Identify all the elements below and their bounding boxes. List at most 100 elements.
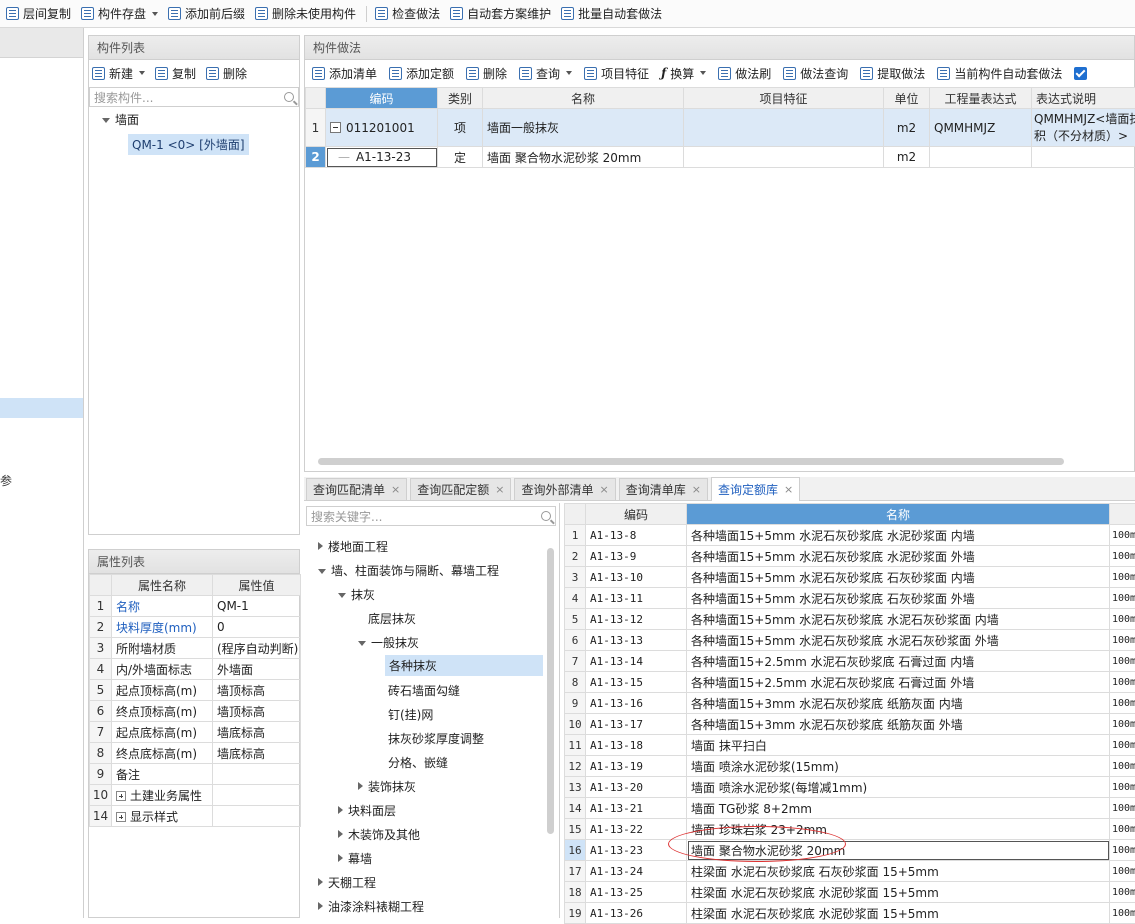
method-row-bill[interactable]: 1 011201001 项 墙面一般抹灰 m2 QMMHMJZ QMMHMJZ<… [306,109,1135,147]
add-quota-button[interactable]: 添加定额 [389,65,454,82]
tree-node-thickness-adjust[interactable]: 抹灰砂浆厚度调整 [388,730,484,747]
quota-row[interactable]: 11A1-13-18墙面 抹平扫白100m [565,735,1135,756]
component-search-input[interactable]: 搜索构件... [89,87,299,107]
tree-node-general-plaster[interactable]: 一般抹灰 [358,634,419,651]
delete-component-button[interactable]: 删除 [206,65,247,82]
tree-node-curtain-wall[interactable]: 幕墙 [338,850,372,867]
auto-scheme-button[interactable]: 自动套方案维护 [450,5,551,22]
property-row[interactable]: 5起点顶标高(m)墙顶标高 [90,680,301,701]
tree-node-brick-pointing[interactable]: 砖石墙面勾缝 [388,682,460,699]
property-row[interactable]: 9备注 [90,764,301,785]
close-icon[interactable]: × [599,483,608,496]
quota-row[interactable]: 14A1-13-21墙面 TG砂浆 8+2mm100m [565,798,1135,819]
batch-auto-button[interactable]: 批量自动套做法 [561,5,662,22]
save-component-button[interactable]: 构件存盘 [81,5,158,22]
tab-quota-library[interactable]: 查询定额库× [711,477,800,501]
quota-row[interactable]: 1A1-13-8各种墙面15+5mm 水泥石灰砂浆底 水泥砂浆面 内墙100m [565,525,1135,546]
floor-copy-button[interactable]: 层间复制 [6,5,71,22]
quota-row[interactable]: 4A1-13-11各种墙面15+5mm 水泥石灰砂浆底 石灰砂浆面 外墙100m [565,588,1135,609]
auto-apply-current-button[interactable]: 当前构件自动套做法 [937,65,1062,82]
add-prefix-suffix-button[interactable]: 添加前后缀 [168,5,245,22]
quota-row[interactable]: 2A1-13-9各种墙面15+5mm 水泥石灰砂浆底 水泥砂浆面 外墙100m [565,546,1135,567]
quota-row[interactable]: 18A1-13-25柱梁面 水泥石灰砂浆底 水泥砂浆面 15+5mm100m [565,882,1135,903]
column-header-unit[interactable]: 单位 [884,88,930,109]
quota-row[interactable]: 16A1-13-23墙面 聚合物水泥砂浆 20mm100m [565,840,1135,861]
quota-row[interactable]: 19A1-13-26柱梁面 水泥石灰砂浆底 水泥砂浆面 15+5mm100m [565,903,1135,924]
property-row[interactable]: 3所附墙材质(程序自动判断) [90,638,301,659]
method-horizontal-scrollbar[interactable] [318,458,1064,465]
close-icon[interactable]: × [692,483,701,496]
method-brush-button[interactable]: 做法刷 [718,65,771,82]
column-header-feature[interactable]: 项目特征 [684,88,884,109]
delete-method-button[interactable]: 删除 [466,65,507,82]
quota-row[interactable]: 9A1-13-16各种墙面15+3mm 水泥石灰砂浆底 纸筋灰面 内墙100m [565,693,1135,714]
tree-node-various-plaster[interactable]: 各种抹灰 [385,655,543,676]
new-component-button[interactable]: 新建 [92,65,145,82]
delete-unused-button[interactable]: 删除未使用构件 [255,5,356,22]
column-header-expression-desc[interactable]: 表达式说明 [1032,88,1135,109]
extract-method-button[interactable]: 提取做法 [860,65,925,82]
quota-row[interactable]: 12A1-13-19墙面 喷涂水泥砂浆(15mm)100m [565,756,1135,777]
quota-row[interactable]: 6A1-13-13各种墙面15+5mm 水泥石灰砂浆底 水泥石灰砂浆面 外墙10… [565,630,1135,651]
tree-node-wall-column[interactable]: 墙、柱面装饰与隔断、幕墙工程 [318,562,499,579]
tree-node-decorative-plaster[interactable]: 装饰抹灰 [358,778,416,795]
quota-tree-vertical-scrollbar[interactable] [547,548,554,834]
collapse-icon[interactable] [330,122,341,133]
tree-group-wall-surface[interactable]: 墙面 [102,111,139,128]
column-header-code[interactable]: 编码 [326,88,438,109]
property-row[interactable]: 14显示样式 [90,806,301,827]
method-row-quota[interactable]: 2 —A1-13-23 定 墙面 聚合物水泥砂浆 20mm m2 [306,147,1135,168]
property-row[interactable]: 2块料厚度(mm)0 [90,617,301,638]
quota-row[interactable]: 3A1-13-10各种墙面15+5mm 水泥石灰砂浆底 石灰砂浆面 内墙100m [565,567,1135,588]
expand-icon[interactable] [116,791,126,801]
query-button[interactable]: 查询 [519,65,572,82]
quota-row[interactable]: 5A1-13-12各种墙面15+5mm 水泥石灰砂浆底 水泥石灰砂浆面 内墙10… [565,609,1135,630]
tab-bill-library[interactable]: 查询清单库× [619,478,708,500]
quota-row[interactable]: 8A1-13-15各种墙面15+2.5mm 水泥石灰砂浆底 石膏过面 外墙100… [565,672,1135,693]
tree-node-nail-mesh[interactable]: 钉(挂)网 [388,706,433,723]
tab-match-bill[interactable]: 查询匹配清单× [306,478,407,500]
tree-node-wood-decoration[interactable]: 木装饰及其他 [338,826,420,843]
expand-icon[interactable] [116,812,126,822]
close-icon[interactable]: × [391,483,400,496]
close-icon[interactable]: × [495,483,504,496]
tree-node-ceiling[interactable]: 天棚工程 [318,874,376,891]
tree-node-grid-joint[interactable]: 分格、嵌缝 [388,754,448,771]
add-bill-button[interactable]: 添加清单 [312,65,377,82]
column-header-expression[interactable]: 工程量表达式 [930,88,1032,109]
auto-apply-checkbox[interactable] [1074,67,1087,80]
tree-node-paint[interactable]: 油漆涂料裱糊工程 [318,898,424,915]
quota-column-name[interactable]: 名称 [687,504,1110,525]
method-query-button[interactable]: 做法查询 [783,65,848,82]
close-icon[interactable]: × [784,483,793,496]
quota-column-code[interactable]: 编码 [586,504,687,525]
property-row[interactable]: 6终点顶标高(m)墙顶标高 [90,701,301,722]
quota-row[interactable]: 10A1-13-17各种墙面15+3mm 水泥石灰砂浆底 纸筋灰面 外墙100m [565,714,1135,735]
column-header-name[interactable]: 名称 [483,88,684,109]
property-row[interactable]: 10土建业务属性 [90,785,301,806]
tree-node-block-surface[interactable]: 块料面层 [338,802,396,819]
check-method-button[interactable]: 检查做法 [375,5,440,22]
tree-node-base-plaster[interactable]: 底层抹灰 [368,610,416,627]
quota-search-input[interactable]: 搜索关键字... [306,506,556,526]
column-header-type[interactable]: 类别 [438,88,483,109]
quota-row[interactable]: 7A1-13-14各种墙面15+2.5mm 水泥石灰砂浆底 石膏过面 内墙100… [565,651,1135,672]
copy-component-button[interactable]: 复制 [155,65,196,82]
property-row[interactable]: 1名称QM-1 [90,596,301,617]
tree-item-qm1[interactable]: QM-1 <0> [外墙面] [128,134,249,155]
tab-external-bill[interactable]: 查询外部清单× [514,478,615,500]
item-feature-button[interactable]: 项目特征 [584,65,649,82]
tab-match-quota[interactable]: 查询匹配定额× [410,478,511,500]
quota-row[interactable]: 15A1-13-22墙面 珍珠岩浆 23+2mm100m [565,819,1135,840]
property-row[interactable]: 4内/外墙面标志外墙面 [90,659,301,680]
convert-button[interactable]: ƒ换算 [661,65,706,82]
quota-row[interactable]: 13A1-13-20墙面 喷涂水泥砂浆(每增减1mm)100m [565,777,1135,798]
quota-row[interactable]: 17A1-13-24柱梁面 水泥石灰砂浆底 石灰砂浆面 15+5mm100m [565,861,1135,882]
caret-right-icon [318,902,323,910]
property-row[interactable]: 8终点底标高(m)墙底标高 [90,743,301,764]
property-row[interactable]: 7起点底标高(m)墙底标高 [90,722,301,743]
tree-node-floor[interactable]: 楼地面工程 [318,538,388,555]
trash-icon [206,67,219,80]
tree-node-plaster[interactable]: 抹灰 [338,586,375,603]
left-strip-selected-item[interactable] [0,398,83,418]
